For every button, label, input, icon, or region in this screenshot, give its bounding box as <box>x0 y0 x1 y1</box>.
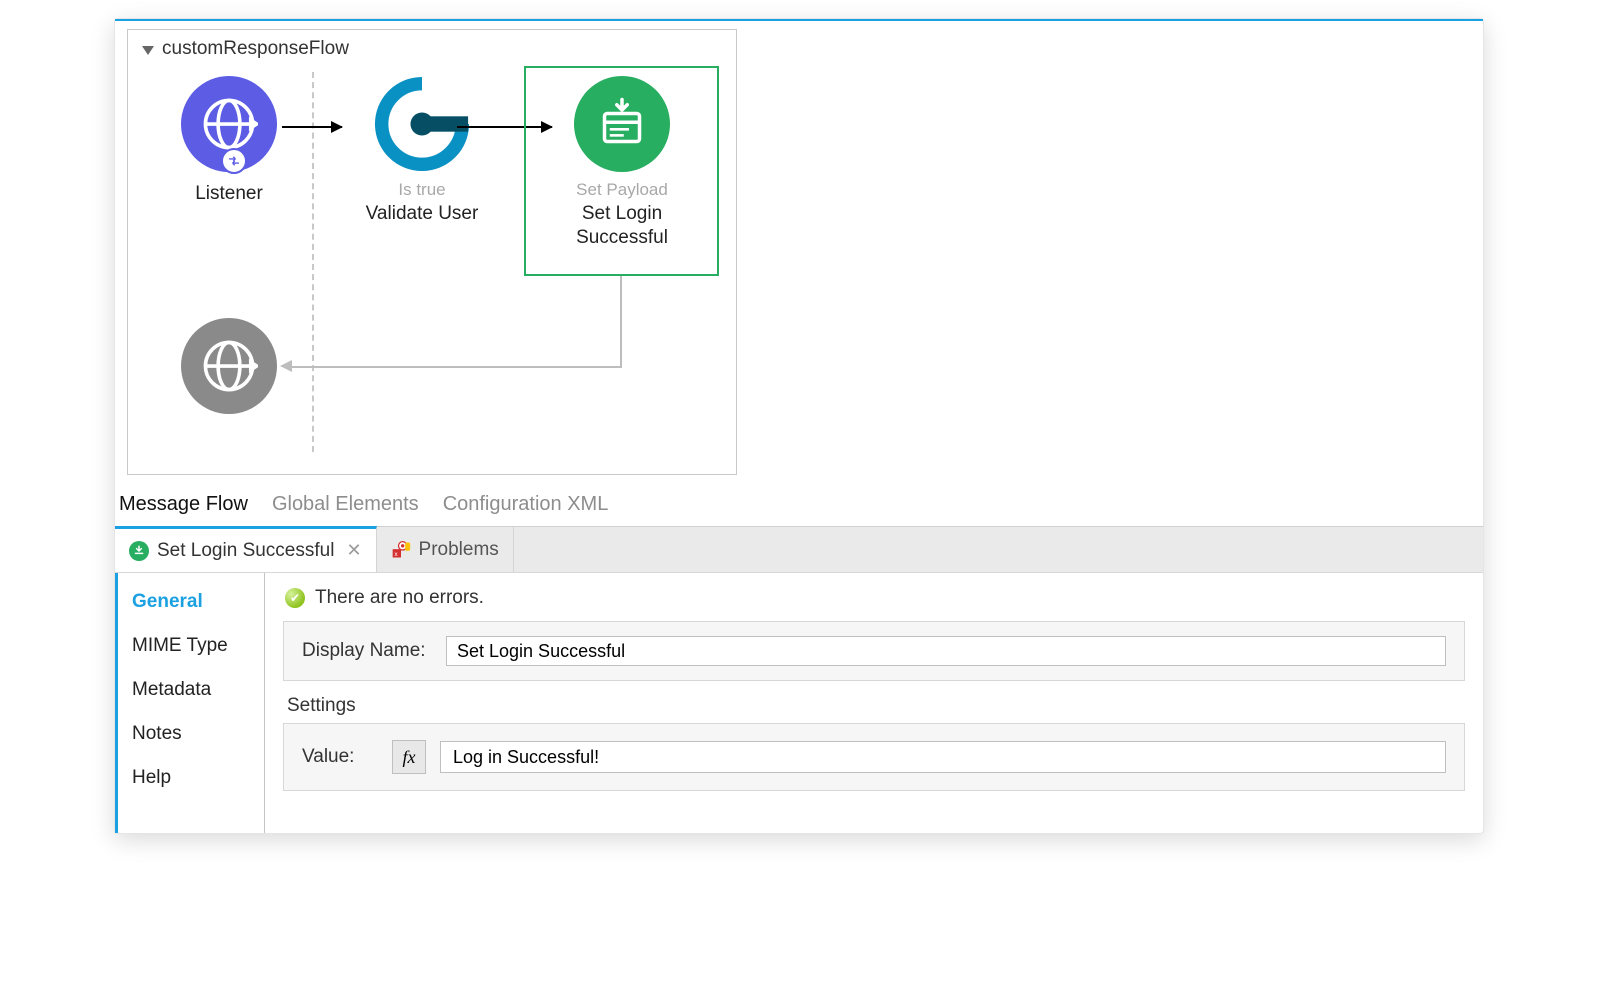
flow-name: customResponseFlow <box>162 38 349 60</box>
app-window: customResponseFlow <box>114 18 1484 834</box>
tab-global-elements[interactable]: Global Elements <box>272 493 419 516</box>
node-response[interactable] <box>164 318 294 414</box>
side-tab-mime-type[interactable]: MIME Type <box>132 635 250 657</box>
properties-tabbar: Set Login Successful ✕ x Problems <box>115 527 1483 573</box>
flow-canvas[interactable]: customResponseFlow <box>115 19 1483 526</box>
problems-icon: x <box>391 540 411 560</box>
properties-tab-problems-label: Problems <box>419 539 499 561</box>
set-payload-tab-icon <box>129 541 149 561</box>
properties-body: General MIME Type Metadata Notes Help ✔ … <box>115 573 1483 833</box>
return-line-vertical <box>620 276 622 366</box>
properties-panel: Set Login Successful ✕ x Problems <box>115 526 1483 833</box>
node-listener[interactable]: Listener <box>164 76 294 206</box>
close-icon[interactable]: ✕ <box>342 540 361 561</box>
properties-tab-set-payload-label: Set Login Successful <box>157 540 334 562</box>
settings-title: Settings <box>287 695 1465 717</box>
collapse-triangle-icon[interactable] <box>142 46 154 55</box>
arrow-listener-to-validate <box>282 126 342 128</box>
properties-tab-problems[interactable]: x Problems <box>377 527 514 572</box>
flow-header[interactable]: customResponseFlow <box>142 38 722 60</box>
response-icon <box>181 318 277 414</box>
node-setpayload-title: Set Login Successful <box>537 202 707 250</box>
choice-icon <box>374 76 470 172</box>
node-setpayload-subtitle: Set Payload <box>537 180 707 200</box>
value-input[interactable] <box>440 741 1446 773</box>
fx-label: fx <box>403 747 416 768</box>
value-label: Value: <box>302 746 378 768</box>
node-set-payload[interactable]: Set Payload Set Login Successful <box>537 76 707 250</box>
set-payload-icon <box>574 76 670 172</box>
validation-message: ✔ There are no errors. <box>285 587 1465 609</box>
settings-fieldset: Value: fx <box>283 723 1465 791</box>
properties-tab-set-payload[interactable]: Set Login Successful ✕ <box>115 526 377 572</box>
node-listener-title: Listener <box>164 182 294 206</box>
side-tab-metadata[interactable]: Metadata <box>132 679 250 701</box>
display-name-label: Display Name: <box>302 640 432 662</box>
listener-response-badge-icon <box>221 148 247 174</box>
canvas-tab-bar: Message Flow Global Elements Configurati… <box>115 487 1483 526</box>
phase-separator <box>312 72 314 452</box>
properties-side-tabs: General MIME Type Metadata Notes Help <box>115 573 265 833</box>
no-errors-text: There are no errors. <box>315 587 484 609</box>
tab-configuration-xml[interactable]: Configuration XML <box>443 493 609 516</box>
side-tab-general[interactable]: General <box>132 591 250 613</box>
return-line-horizontal <box>292 366 622 368</box>
side-tab-help[interactable]: Help <box>132 767 250 789</box>
node-validate-user[interactable]: Is true Validate User <box>342 76 502 226</box>
display-name-fieldset: Display Name: <box>283 621 1465 681</box>
flow-body: Listener Is true Validate User <box>142 66 722 456</box>
ok-check-icon: ✔ <box>285 588 305 608</box>
node-validate-subtitle: Is true <box>342 180 502 200</box>
fx-button[interactable]: fx <box>392 740 426 774</box>
properties-main: ✔ There are no errors. Display Name: Set… <box>265 573 1483 833</box>
globe-icon <box>200 95 258 153</box>
side-tab-notes[interactable]: Notes <box>132 723 250 745</box>
display-name-input[interactable] <box>446 636 1446 666</box>
tab-message-flow[interactable]: Message Flow <box>119 493 248 516</box>
flow-panel[interactable]: customResponseFlow <box>127 29 737 475</box>
listener-icon <box>181 76 277 172</box>
node-validate-title: Validate User <box>342 202 502 226</box>
